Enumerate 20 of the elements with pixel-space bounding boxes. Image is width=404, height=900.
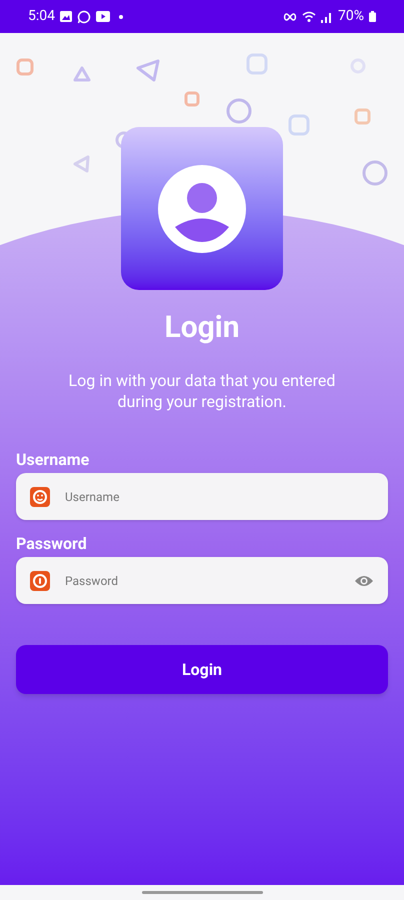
wifi-icon [302,10,316,22]
face-icon [30,487,50,507]
infinity-icon [283,12,297,20]
signal-icon [321,10,333,22]
input-field[interactable]: Username [16,473,388,520]
battery-percentage: 70% [338,7,364,26]
field-label: Password [16,534,88,554]
chat-icon [77,10,91,24]
input-field[interactable]: Password [16,557,388,604]
play-icon [96,11,110,22]
field-label: Username [16,450,90,470]
login-button[interactable]: Login [16,645,388,694]
battery-icon [369,11,376,22]
image-icon [60,11,72,22]
eye-icon[interactable] [354,574,374,588]
dot-icon [119,14,123,18]
status-time: 5:04 [28,7,55,26]
user-avatar-icon [157,164,247,254]
login-title: Login [164,309,240,347]
login-subtitle: Log in with your data that you entered during your registration. [68,370,336,412]
